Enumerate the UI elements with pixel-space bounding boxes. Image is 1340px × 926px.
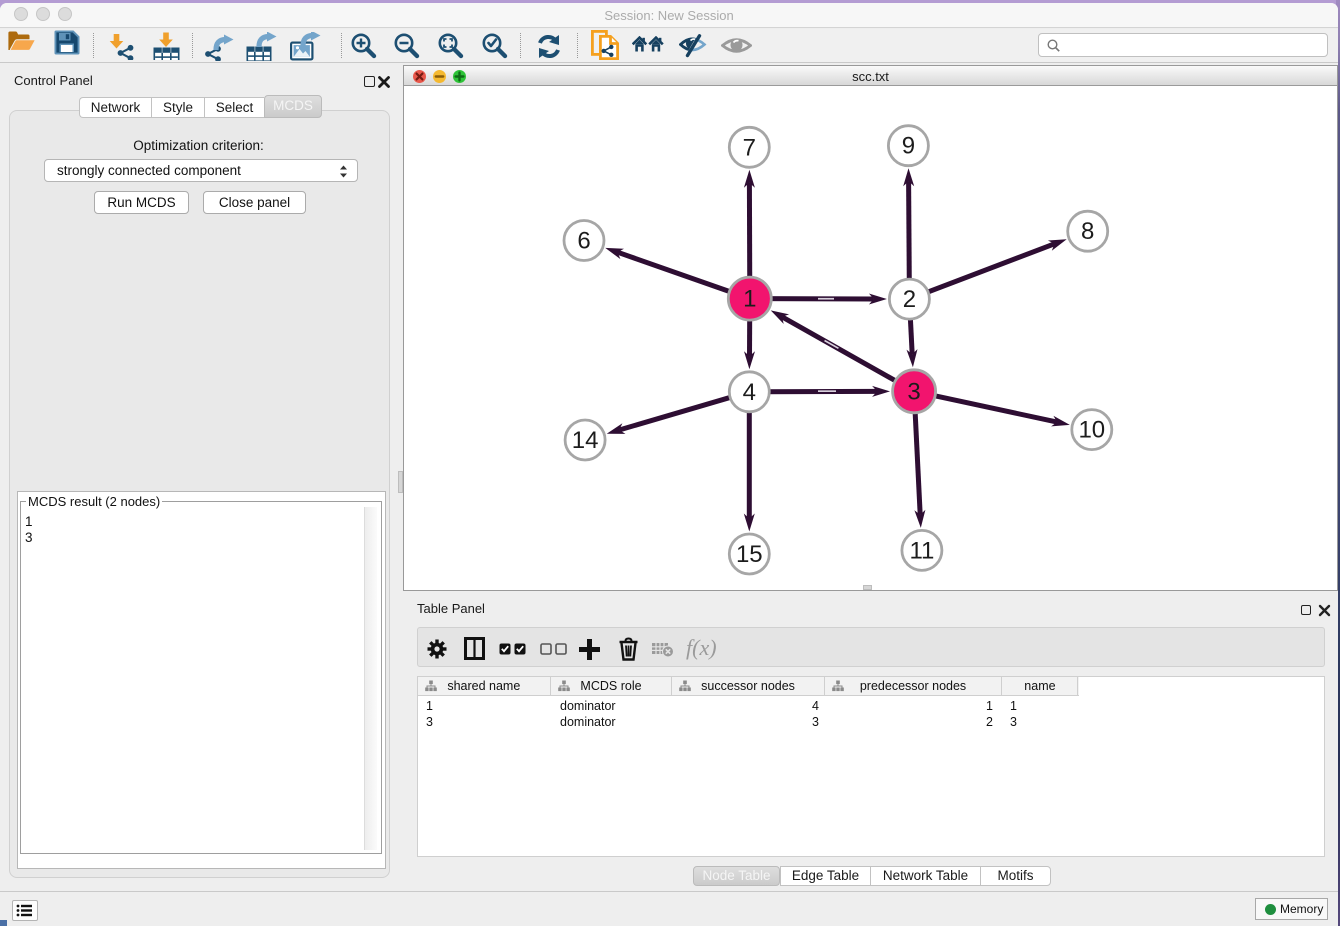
svg-text:3: 3	[907, 378, 920, 405]
svg-text:15: 15	[736, 541, 763, 568]
svg-text:10: 10	[1078, 417, 1105, 444]
svg-text:4: 4	[743, 379, 756, 406]
svg-text:9: 9	[902, 133, 915, 160]
svg-text:11: 11	[909, 537, 934, 564]
svg-text:14: 14	[572, 427, 599, 454]
svg-text:8: 8	[1081, 218, 1094, 245]
svg-text:2: 2	[903, 286, 916, 313]
svg-text:7: 7	[743, 134, 756, 161]
svg-text:1: 1	[743, 286, 756, 313]
svg-text:6: 6	[577, 228, 590, 255]
